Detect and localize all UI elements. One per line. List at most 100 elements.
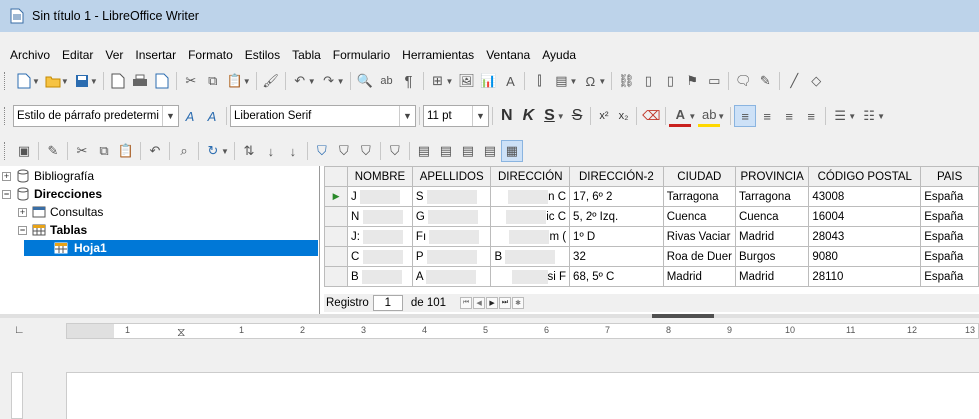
table-cell[interactable]: España: [920, 226, 979, 247]
subscript-button[interactable]: x₂: [614, 110, 634, 122]
bookmark-icon[interactable]: ⚑: [681, 70, 703, 92]
table-cell[interactable]: 28110: [808, 266, 922, 287]
cross-reference-icon[interactable]: ▭: [703, 70, 725, 92]
table-cell[interactable]: España: [920, 246, 979, 267]
column-header[interactable]: CIUDAD: [662, 166, 736, 187]
table-cell[interactable]: N: [347, 206, 413, 227]
chevron-down-icon[interactable]: ▼: [688, 112, 696, 121]
first-record-icon[interactable]: ⏮: [460, 297, 473, 309]
chevron-down-icon[interactable]: ▼: [446, 77, 454, 86]
chevron-down-icon[interactable]: ▼: [32, 77, 40, 86]
track-changes-icon[interactable]: ✎: [754, 70, 776, 92]
comment-icon[interactable]: 🗨: [732, 70, 754, 92]
italic-button[interactable]: K: [518, 107, 540, 125]
column-header[interactable]: APELLIDOS: [411, 166, 492, 187]
table-cell[interactable]: 1º D: [569, 226, 664, 247]
table-cell[interactable]: P: [411, 246, 492, 267]
toolbar-grip[interactable]: [4, 72, 7, 90]
chevron-down-icon[interactable]: ▼: [162, 106, 178, 126]
table-cell[interactable]: 9080: [808, 246, 922, 267]
explorer-on-off-icon[interactable]: ▦: [500, 140, 523, 162]
copy-icon[interactable]: ⧉: [93, 140, 115, 162]
chevron-down-icon[interactable]: ▼: [61, 77, 69, 86]
clear-formatting-icon[interactable]: ⌫: [640, 105, 662, 127]
last-record-icon[interactable]: ⏭: [499, 297, 512, 309]
insert-page-break-icon[interactable]: ⫿: [528, 70, 550, 92]
column-header[interactable]: DIRECCIÓN: [490, 166, 571, 187]
table-cell[interactable]: Madrid: [734, 226, 810, 247]
insert-textbox-icon[interactable]: A: [499, 70, 521, 92]
menu-ventana[interactable]: Ventana: [480, 48, 536, 62]
row-header[interactable]: [324, 226, 349, 247]
cut-icon[interactable]: ✂: [71, 140, 93, 162]
table-cell[interactable]: B: [347, 266, 413, 287]
expand-icon[interactable]: +: [18, 207, 27, 217]
insert-chart-icon[interactable]: 📊: [477, 70, 499, 92]
horizontal-ruler[interactable]: 1 ⧖ 1 2 3 4 5 6 7 8 9 10 11 12 13: [66, 323, 979, 339]
chevron-down-icon[interactable]: ▼: [337, 77, 345, 86]
table-cell[interactable]: Madrid: [734, 266, 810, 287]
standard-filter-icon[interactable]: ⛉: [355, 140, 377, 162]
next-record-icon[interactable]: ▶: [486, 297, 499, 309]
table-cell[interactable]: 16004: [808, 206, 922, 227]
sort-descending-icon[interactable]: ↓: [282, 140, 304, 162]
chevron-down-icon[interactable]: ▼: [308, 77, 316, 86]
collapse-icon[interactable]: −: [18, 225, 27, 235]
collapse-icon[interactable]: −: [2, 189, 11, 199]
row-header[interactable]: [324, 206, 349, 227]
table-cell[interactable]: ic C: [490, 206, 571, 227]
tree-item-bibliografia[interactable]: + Bibliografía: [2, 168, 94, 184]
table-cell[interactable]: Rivas Vaciar: [662, 226, 736, 247]
tree-item-hoja1[interactable]: Hoja1: [24, 240, 318, 256]
mail-merge-icon[interactable]: ▤: [457, 140, 479, 162]
tree-item-direcciones[interactable]: − Direcciones: [2, 186, 102, 202]
table-cell[interactable]: m (: [490, 226, 571, 247]
chevron-down-icon[interactable]: ▼: [221, 147, 229, 156]
table-cell[interactable]: 68, 5º C: [569, 266, 664, 287]
table-cell[interactable]: Tarragona: [662, 186, 736, 207]
menu-editar[interactable]: Editar: [56, 48, 99, 62]
table-cell[interactable]: S: [411, 186, 492, 207]
table-cell[interactable]: Roa de Duer: [662, 246, 736, 267]
export-pdf-icon[interactable]: [107, 70, 129, 92]
table-cell[interactable]: Cuenca: [734, 206, 810, 227]
table-cell[interactable]: n C: [490, 186, 571, 207]
menu-ver[interactable]: Ver: [99, 48, 129, 62]
previous-record-icon[interactable]: ◀: [473, 297, 486, 309]
table-cell[interactable]: C: [347, 246, 413, 267]
table-cell[interactable]: España: [920, 206, 979, 227]
table-row[interactable]: N G ic C 5, 2º Izq. Cuenca Cuenca 16004 …: [324, 206, 979, 227]
table-cell[interactable]: 5, 2º Izq.: [569, 206, 664, 227]
formatting-marks-icon[interactable]: ¶: [398, 70, 420, 92]
table-cell[interactable]: 17, 6º 2: [569, 186, 664, 207]
print-icon[interactable]: [129, 70, 151, 92]
data-source-current-doc-icon[interactable]: ▤: [479, 140, 501, 162]
table-cell[interactable]: Tarragona: [734, 186, 810, 207]
paragraph-style-select[interactable]: Estilo de párrafo predetermi ▼: [13, 105, 179, 127]
table-row[interactable]: J: Fı m ( 1º D Rivas Vaciar Madrid 28043…: [324, 226, 979, 247]
column-header[interactable]: CÓDIGO POSTAL: [808, 166, 922, 187]
menu-ayuda[interactable]: Ayuda: [536, 48, 582, 62]
sort-ascending-icon[interactable]: ↓: [260, 140, 282, 162]
table-cell[interactable]: B: [490, 246, 571, 267]
superscript-button[interactable]: x²: [594, 110, 613, 122]
indent-marker-icon[interactable]: ⧖: [177, 325, 185, 340]
table-row[interactable]: ▶ J S n C 17, 6º 2 Tarragona Tarragona 4…: [324, 186, 979, 207]
update-style-icon[interactable]: A: [179, 105, 201, 127]
clone-formatting-icon[interactable]: 🖌: [260, 70, 282, 92]
data-to-text-icon[interactable]: ▤: [413, 140, 435, 162]
column-header[interactable]: PROVINCIA: [734, 166, 810, 187]
table-cell[interactable]: J:: [347, 226, 413, 247]
chevron-down-icon[interactable]: ▼: [598, 77, 606, 86]
menu-formato[interactable]: Formato: [182, 48, 239, 62]
chevron-down-icon[interactable]: ▼: [717, 112, 725, 121]
table-cell[interactable]: 43008: [808, 186, 922, 207]
chevron-down-icon[interactable]: ▼: [399, 106, 415, 126]
undo-icon[interactable]: ↶: [144, 140, 166, 162]
chevron-down-icon[interactable]: ▼: [848, 112, 856, 121]
menu-insertar[interactable]: Insertar: [129, 48, 182, 62]
basic-shapes-icon[interactable]: ◇: [805, 70, 827, 92]
document-page[interactable]: [66, 372, 979, 419]
column-header[interactable]: DIRECCIÓN-2: [569, 166, 664, 187]
align-left-icon[interactable]: ≡: [734, 105, 757, 127]
